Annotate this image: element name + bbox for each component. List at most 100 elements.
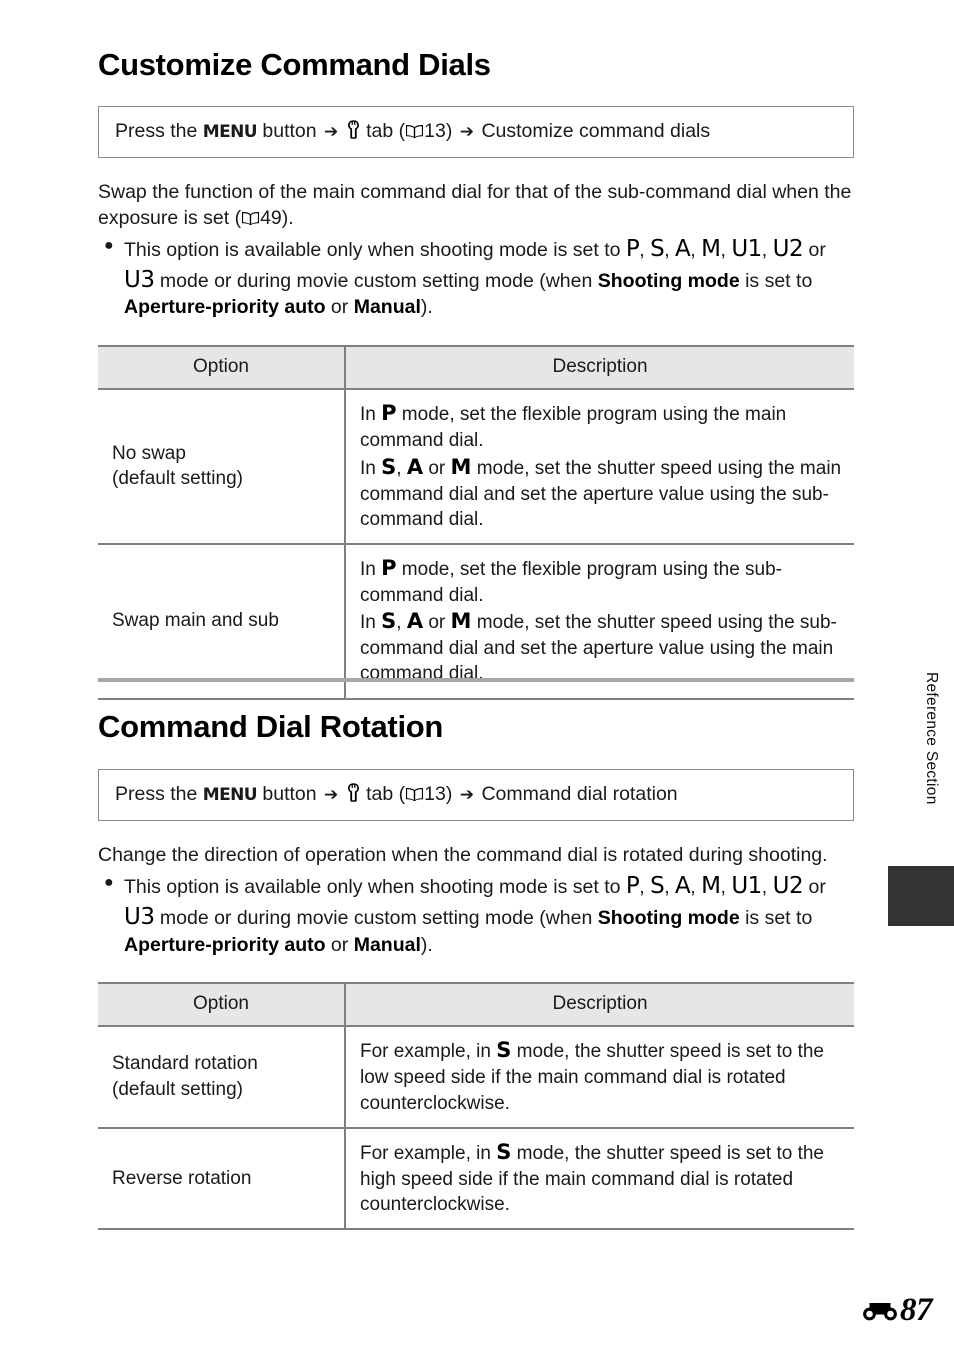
reference-section-icon — [861, 1300, 899, 1322]
path-tab-word: tab — [366, 783, 394, 806]
mode-a: A — [406, 454, 424, 479]
wrench-icon — [346, 783, 361, 802]
mode-s: S — [496, 1139, 512, 1164]
bullet-bold-manual: Manual — [353, 933, 421, 956]
mode-u2: U2 — [772, 236, 804, 263]
arrow-right-icon: ➔ — [324, 122, 339, 143]
desc-line-1: In P mode, set the flexible program usin… — [360, 400, 844, 453]
desc-post: mode, set the shutter speed using the ma… — [360, 457, 842, 530]
desc-line-2: In S, A or M mode, set the shutter speed… — [360, 454, 842, 530]
description-cell-standard-rotation: For example, in S mode, the shutter spee… — [345, 1026, 854, 1129]
arrow-right-icon: ➔ — [324, 785, 339, 806]
desc-post: mode, set the flexible program using the… — [360, 559, 783, 606]
table-row: Standard rotation (default setting) For … — [98, 1026, 854, 1129]
mode-m: M — [450, 454, 472, 479]
option-cell-no-swap: No swap (default setting) — [98, 389, 346, 546]
mode-s: S — [496, 1038, 512, 1063]
option-label-line1: Standard rotation — [112, 1053, 258, 1075]
desc-pre: In — [360, 559, 382, 581]
table-header-row: Option Description — [98, 345, 854, 391]
arrow-right-icon-2: ➔ — [459, 785, 475, 806]
option-label-line1: No swap — [112, 442, 186, 464]
path-target: Command dial rotation — [481, 783, 678, 806]
options-table-customize-dials: Option Description No swap (default sett… — [98, 345, 854, 700]
mode-a: A — [406, 609, 424, 634]
path-prefix: Press the — [115, 783, 198, 806]
intro-paragraph-2: Change the direction of operation when t… — [98, 844, 828, 867]
manual-page: Customize Command Dials Press the MENU b… — [0, 0, 954, 1345]
column-header-description: Description — [345, 982, 854, 1028]
mode-s: S — [381, 454, 397, 479]
book-icon — [405, 122, 424, 139]
options-table-dial-rotation: Option Description Standard rotation (de… — [98, 982, 854, 1231]
mode-u1: U1 — [731, 236, 762, 263]
page-number: 87 — [900, 1292, 933, 1328]
option-cell-standard-rotation: Standard rotation (default setting) — [98, 1026, 346, 1129]
table-row: Reverse rotation For example, in S mode,… — [98, 1127, 854, 1231]
menu-path-box-2: Press the MENU button ➔ tab ( 13) ➔ Comm… — [98, 769, 854, 822]
path-button-word: button — [262, 120, 317, 143]
section-divider — [98, 678, 854, 682]
intro-ref-page: 49 — [260, 207, 282, 230]
bullet-bold-manual: Manual — [353, 296, 421, 319]
bullet-bold-aperture-priority: Aperture-priority auto — [124, 933, 326, 956]
table-row: Swap main and sub In P mode, set the fle… — [98, 544, 854, 700]
path-ref-page: 13 — [424, 120, 446, 143]
mode-p: P — [381, 401, 397, 426]
intro-paragraph-1: Swap the function of the main command di… — [98, 180, 854, 232]
bullet-bold-aperture-priority: Aperture-priority auto — [124, 296, 326, 319]
option-label-line1: Reverse rotation — [112, 1167, 252, 1189]
book-icon — [405, 785, 424, 802]
mode-m: M — [701, 236, 721, 263]
bullet-mid3: or — [325, 933, 354, 956]
desc-post: mode, set the flexible program using the… — [360, 404, 787, 452]
desc-pre: In — [360, 457, 382, 479]
mode-u3: U3 — [124, 266, 155, 293]
desc-pre: In — [360, 612, 382, 634]
bullet-item-2: ● This option is available only when sho… — [98, 871, 854, 958]
section-customize-command-dials: Customize Command Dials Press the MENU b… — [98, 47, 854, 700]
bullet-dot-icon: ● — [104, 237, 114, 255]
bullet-end: ). — [420, 933, 433, 956]
mode-s: S — [650, 236, 665, 263]
menu-button-label: MENU — [202, 122, 258, 143]
table-row: No swap (default setting) In P mode, set… — [98, 389, 854, 546]
option-cell-swap-main-sub: Swap main and sub — [98, 544, 346, 700]
path-ref-close: ) — [445, 120, 453, 143]
bullet-lead: This option is available only when shoot… — [124, 876, 626, 899]
table-header-row: Option Description — [98, 982, 854, 1028]
path-tab-word: tab — [366, 120, 394, 143]
desc-post: mode, set the shutter speed using the su… — [360, 612, 837, 685]
running-head-reference-section: Reference Section — [923, 672, 940, 805]
bullet-end: ). — [420, 296, 433, 319]
option-label-line1: Swap main and sub — [112, 610, 279, 632]
bullet-text-1: This option is available only when shoot… — [124, 236, 826, 319]
mode-a: A — [675, 236, 691, 263]
section-thumb-tab — [888, 866, 954, 926]
desc-line-2: In S, A or M mode, set the shutter speed… — [360, 609, 837, 685]
bullet-bold-shooting-mode: Shooting mode — [597, 906, 740, 929]
bullet-dot-icon: ● — [104, 874, 114, 892]
mode-m: M — [701, 873, 721, 900]
section-command-dial-rotation: Command Dial Rotation Press the MENU but… — [98, 709, 854, 1231]
bullet-item-1: ● This option is available only when sho… — [98, 234, 854, 321]
path-target: Customize command dials — [481, 120, 711, 143]
mode-u1: U1 — [731, 873, 762, 900]
option-cell-reverse-rotation: Reverse rotation — [98, 1127, 346, 1231]
column-header-option: Option — [98, 345, 346, 391]
mode-m: M — [450, 609, 472, 634]
desc-pre: For example, in — [360, 1142, 497, 1164]
mode-a: A — [675, 873, 691, 900]
bullet-mid2: is set to — [739, 269, 813, 292]
bullet-lead: This option is available only when shoot… — [124, 239, 626, 262]
horizontal-rule — [98, 678, 854, 682]
mode-p: P — [625, 873, 640, 900]
column-header-option: Option — [98, 982, 346, 1028]
intro-ref-end: ). — [281, 207, 294, 230]
bullet-text-2: This option is available only when shoot… — [124, 873, 826, 956]
page-footer: 87 — [861, 1292, 933, 1328]
bullet-mid: mode or during movie custom setting mode… — [154, 906, 598, 929]
path-ref-page: 13 — [424, 783, 446, 806]
desc-pre: For example, in — [360, 1041, 497, 1063]
desc-pre: In — [360, 404, 382, 426]
